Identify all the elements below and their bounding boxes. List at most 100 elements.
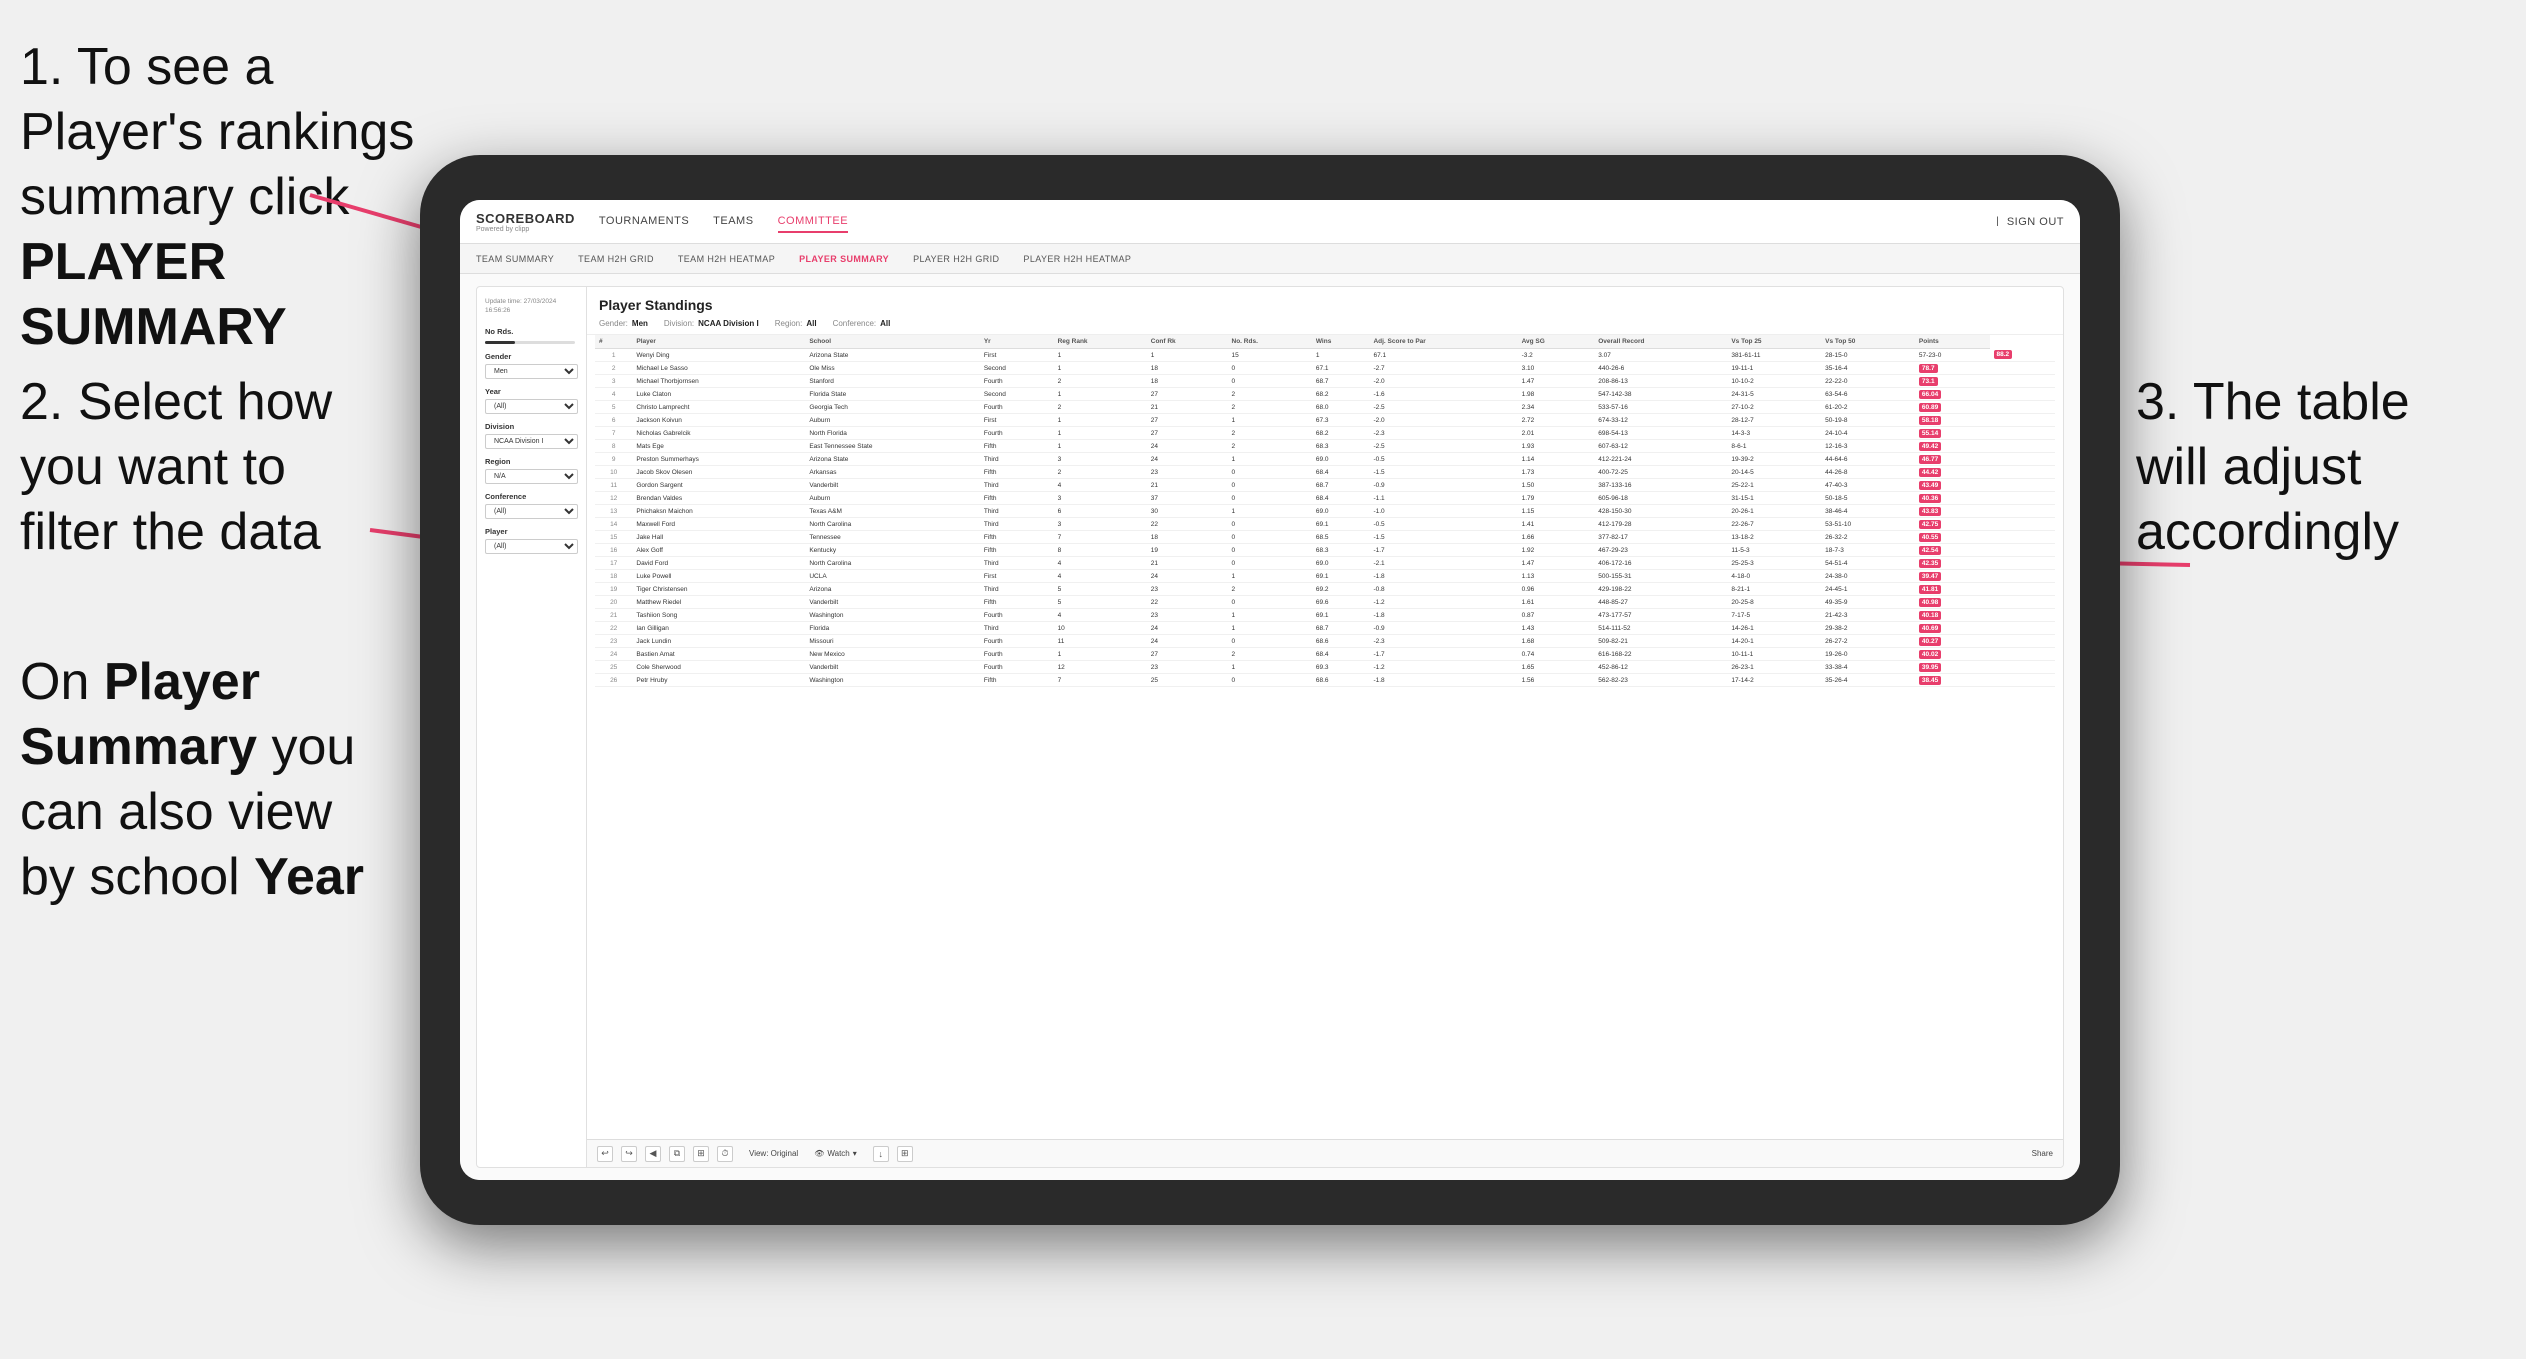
cell-13-2: North Carolina <box>805 518 980 531</box>
cell-12-10: 428-150-30 <box>1594 505 1727 518</box>
sub-nav: TEAM SUMMARY TEAM H2H GRID TEAM H2H HEAT… <box>460 244 2080 274</box>
cell-12-2: Texas A&M <box>805 505 980 518</box>
cell-17-4: 4 <box>1054 570 1147 583</box>
cell-17-9: 1.13 <box>1518 570 1595 583</box>
share-button[interactable]: Share <box>2032 1149 2053 1158</box>
cell-24-5: 23 <box>1147 661 1228 674</box>
cell-20-2: Washington <box>805 609 980 622</box>
cell-6-10: 698-54-13 <box>1594 427 1727 440</box>
cell-17-0: 18 <box>595 570 632 583</box>
cell-13-4: 3 <box>1054 518 1147 531</box>
no-rds-slider[interactable] <box>485 341 578 344</box>
export-button[interactable]: ⊞ <box>693 1146 709 1162</box>
redo-button[interactable]: ↪ <box>621 1146 637 1162</box>
cell-0-9: -3.2 <box>1518 349 1595 362</box>
cell-10-0: 11 <box>595 479 632 492</box>
grid-button[interactable]: ⊞ <box>897 1146 913 1162</box>
cell-5-11: 28-12-7 <box>1727 414 1821 427</box>
cell-9-7: 68.4 <box>1312 466 1370 479</box>
sub-nav-player-summary[interactable]: PLAYER SUMMARY <box>795 252 893 266</box>
cell-15-5: 19 <box>1147 544 1228 557</box>
copy-button[interactable]: ⧉ <box>669 1146 685 1162</box>
cell-19-5: 22 <box>1147 596 1228 609</box>
cell-22-1: Jack Lundin <box>632 635 805 648</box>
cell-21-10: 514-111-52 <box>1594 622 1727 635</box>
table-row: 13Phichaksn MaichonTexas A&MThird630169.… <box>595 505 2055 518</box>
clock-button[interactable]: ⏱ <box>717 1146 733 1162</box>
cell-20-5: 23 <box>1147 609 1228 622</box>
cell-23-4: 1 <box>1054 648 1147 661</box>
cell-11-5: 37 <box>1147 492 1228 505</box>
cell-4-8: -2.5 <box>1369 401 1517 414</box>
cell-16-11: 25-25-3 <box>1727 557 1821 570</box>
cell-5-4: 1 <box>1054 414 1147 427</box>
player-select[interactable]: (All) <box>485 539 578 554</box>
cell-20-4: 4 <box>1054 609 1147 622</box>
cell-7-5: 24 <box>1147 440 1228 453</box>
cell-19-7: 69.6 <box>1312 596 1370 609</box>
cell-23-10: 616-168-22 <box>1594 648 1727 661</box>
conference-select[interactable]: (All) <box>485 504 578 519</box>
sub-nav-team-h2h-heatmap[interactable]: TEAM H2H HEATMAP <box>674 252 779 266</box>
sub-nav-player-h2h-grid[interactable]: PLAYER H2H GRID <box>909 252 1003 266</box>
division-label: Division <box>485 422 578 431</box>
cell-18-2: Arizona <box>805 583 980 596</box>
cell-19-13: 40.98 <box>1915 596 1990 609</box>
filter-gender: Gender: Men <box>599 319 648 328</box>
cell-8-3: Third <box>980 453 1054 466</box>
cell-9-1: Jacob Skov Olesen <box>632 466 805 479</box>
region-select[interactable]: N/A All <box>485 469 578 484</box>
cell-5-0: 6 <box>595 414 632 427</box>
sub-nav-team-summary[interactable]: TEAM SUMMARY <box>472 252 558 266</box>
cell-2-4: 2 <box>1054 375 1147 388</box>
sign-out-link[interactable]: Sign out <box>2007 212 2064 232</box>
cell-17-6: 1 <box>1228 570 1312 583</box>
cell-9-0: 10 <box>595 466 632 479</box>
cell-0-3: First <box>980 349 1054 362</box>
table-row: 11Gordon SargentVanderbiltThird421068.7-… <box>595 479 2055 492</box>
table-row: 4Luke ClatonFlorida StateSecond127268.2-… <box>595 388 2055 401</box>
cell-22-8: -2.3 <box>1369 635 1517 648</box>
cell-24-6: 1 <box>1228 661 1312 674</box>
col-adj-score: Adj. Score to Par <box>1369 335 1517 349</box>
app-header: SCOREBOARD Powered by clipp TOURNAMENTS … <box>460 200 2080 244</box>
cell-5-7: 67.3 <box>1312 414 1370 427</box>
download-button[interactable]: ↓ <box>873 1146 889 1162</box>
nav-teams[interactable]: TEAMS <box>713 211 753 233</box>
cell-13-0: 14 <box>595 518 632 531</box>
nav-committee[interactable]: COMMITTEE <box>778 211 849 233</box>
sub-nav-player-h2h-heatmap[interactable]: PLAYER H2H HEATMAP <box>1019 252 1135 266</box>
col-no-rds: No. Rds. <box>1228 335 1312 349</box>
back-button[interactable]: ◀ <box>645 1146 661 1162</box>
points-badge: 42.75 <box>1919 520 1941 529</box>
division-select[interactable]: NCAA Division I NCAA Division II NCAA Di… <box>485 434 578 449</box>
undo-button[interactable]: ↩ <box>597 1146 613 1162</box>
cell-9-6: 0 <box>1228 466 1312 479</box>
cell-9-4: 2 <box>1054 466 1147 479</box>
year-select[interactable]: (All) First Second Third Fourth Fifth <box>485 399 578 414</box>
cell-4-6: 2 <box>1228 401 1312 414</box>
cell-7-3: Fifth <box>980 440 1054 453</box>
cell-7-1: Mats Ege <box>632 440 805 453</box>
cell-3-5: 27 <box>1147 388 1228 401</box>
cell-25-6: 0 <box>1228 674 1312 687</box>
table-title: Player Standings <box>599 297 2051 313</box>
cell-19-2: Vanderbilt <box>805 596 980 609</box>
cell-8-12: 44-64-6 <box>1821 453 1915 466</box>
points-badge: 46.77 <box>1919 455 1941 464</box>
cell-15-1: Alex Goff <box>632 544 805 557</box>
cell-14-6: 0 <box>1228 531 1312 544</box>
cell-10-2: Vanderbilt <box>805 479 980 492</box>
cell-9-10: 400-72-25 <box>1594 466 1727 479</box>
cell-21-0: 22 <box>595 622 632 635</box>
cell-23-12: 19-26-0 <box>1821 648 1915 661</box>
points-badge: 40.98 <box>1919 598 1941 607</box>
cell-2-1: Michael Thorbjornsen <box>632 375 805 388</box>
sub-nav-team-h2h-grid[interactable]: TEAM H2H GRID <box>574 252 658 266</box>
watch-button[interactable]: 👁 Watch ▾ <box>814 1149 857 1158</box>
cell-4-7: 68.0 <box>1312 401 1370 414</box>
table-row: 26Petr HrubyWashingtonFifth725068.6-1.81… <box>595 674 2055 687</box>
nav-tournaments[interactable]: TOURNAMENTS <box>599 211 689 233</box>
gender-select[interactable]: Men Women <box>485 364 578 379</box>
cell-12-0: 13 <box>595 505 632 518</box>
